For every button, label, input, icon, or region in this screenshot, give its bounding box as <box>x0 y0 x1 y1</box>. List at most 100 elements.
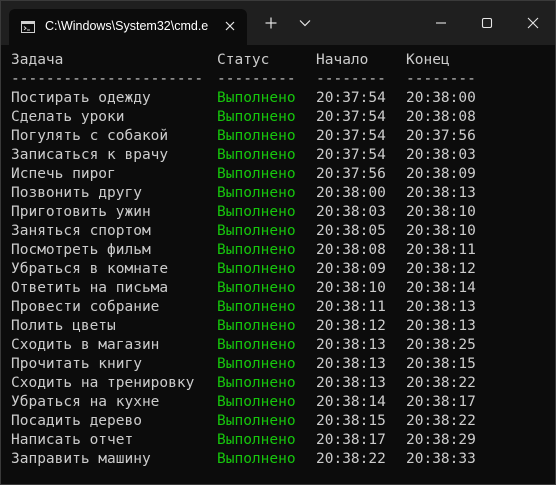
close-icon <box>527 17 539 29</box>
task-cell: Провести собрание <box>11 299 160 315</box>
end-time-cell: 20:38:17 <box>406 394 476 410</box>
end-time-cell: 20:38:15 <box>406 356 476 372</box>
task-cell: Сходить в магазин <box>11 337 160 353</box>
start-time-cell: 20:38:22 <box>316 451 386 467</box>
end-time-cell: 20:38:13 <box>406 185 476 201</box>
end-time-cell: 20:38:12 <box>406 261 476 277</box>
start-time-cell: 20:38:13 <box>316 356 386 372</box>
close-icon[interactable] <box>221 17 239 35</box>
table-row: Прочитать книгу Выполнено 20:38:13 20:38:15 <box>11 355 551 374</box>
task-cell: Прочитать книгу <box>11 356 142 372</box>
status-cell: Выполнено <box>217 223 296 239</box>
maximize-icon <box>481 17 493 29</box>
minimize-button[interactable] <box>427 9 455 37</box>
task-cell: Погулять с собакой <box>11 128 169 144</box>
table-row: Сделать уроки Выполнено 20:37:54 20:38:08 <box>11 108 551 127</box>
task-cell: Написать отчет <box>11 432 134 448</box>
separator: --------- <box>217 71 296 87</box>
tab-title: C:\Windows\System32\cmd.e <box>45 19 209 33</box>
table-row: Провести собрание Выполнено 20:38:11 20:38:… <box>11 298 551 317</box>
end-time-cell: 20:38:03 <box>406 147 476 163</box>
table-row: Полить цветы Выполнено 20:38:12 20:38:13 <box>11 317 551 336</box>
status-cell: Выполнено <box>217 204 296 220</box>
status-cell: Выполнено <box>217 242 296 258</box>
status-cell: Выполнено <box>217 451 296 467</box>
status-cell: Выполнено <box>217 128 296 144</box>
task-cell: Постирать одежду <box>11 90 151 106</box>
task-cell: Убраться в комнате <box>11 261 169 277</box>
start-time-cell: 20:37:54 <box>316 90 386 106</box>
table-row: Постирать одежду Выполнено 20:37:54 20:38:0… <box>11 89 551 108</box>
status-cell: Выполнено <box>217 299 296 315</box>
task-cell: Испечь пирог <box>11 166 116 182</box>
end-time-cell: 20:38:22 <box>406 413 476 429</box>
close-window-button[interactable] <box>519 9 547 37</box>
start-time-cell: 20:38:13 <box>316 337 386 353</box>
end-time-cell: 20:38:09 <box>406 166 476 182</box>
tab-cmd[interactable]: C:\Windows\System32\cmd.e <box>9 9 247 45</box>
minimize-icon <box>436 22 446 24</box>
table-row: Написать отчет Выполнено 20:38:17 20:38:29 <box>11 431 551 450</box>
status-cell: Выполнено <box>217 432 296 448</box>
end-time-cell: 20:38:13 <box>406 299 476 315</box>
end-time-cell: 20:38:14 <box>406 280 476 296</box>
column-header-end: Конец <box>406 52 450 68</box>
task-cell: Позвонить другу <box>11 185 142 201</box>
end-time-cell: 20:38:10 <box>406 223 476 239</box>
table-row: Позвонить другу Выполнено 20:38:00 20:38:13 <box>11 184 551 203</box>
table-row: Убраться в комнате Выполнено 20:38:09 20:38… <box>11 260 551 279</box>
end-time-cell: 20:38:29 <box>406 432 476 448</box>
start-time-cell: 20:37:54 <box>316 128 386 144</box>
status-cell: Выполнено <box>217 109 296 125</box>
column-header-start: Начало <box>316 52 369 68</box>
plus-icon <box>265 17 277 29</box>
start-time-cell: 20:38:05 <box>316 223 386 239</box>
status-cell: Выполнено <box>217 318 296 334</box>
chevron-down-icon <box>299 20 311 27</box>
task-cell: Заправить машину <box>11 451 151 467</box>
task-cell: Сходить на тренировку <box>11 375 195 391</box>
table-row: Посадить дерево Выполнено 20:38:15 20:38:22 <box>11 412 551 431</box>
start-time-cell: 20:38:14 <box>316 394 386 410</box>
task-cell: Посмотреть фильм <box>11 242 151 258</box>
start-time-cell: 20:37:54 <box>316 109 386 125</box>
end-time-cell: 20:38:33 <box>406 451 476 467</box>
status-cell: Выполнено <box>217 166 296 182</box>
task-cell: Заняться спортом <box>11 223 151 239</box>
start-time-cell: 20:38:03 <box>316 204 386 220</box>
terminal-icon <box>21 20 35 33</box>
task-cell: Записаться к врачу <box>11 147 169 163</box>
status-cell: Выполнено <box>217 375 296 391</box>
header-row: Задача Статус Начало Конец <box>11 51 551 70</box>
maximize-button[interactable] <box>473 9 501 37</box>
status-cell: Выполнено <box>217 413 296 429</box>
terminal-output[interactable]: Задача Статус Начало Конец -------------… <box>11 51 551 469</box>
table-row: Заправить машину Выполнено 20:38:22 20:38:3… <box>11 450 551 469</box>
column-header-status: Статус <box>217 52 270 68</box>
separator-row: ---------------------- --------- -------… <box>11 70 551 89</box>
end-time-cell: 20:38:00 <box>406 90 476 106</box>
table-row: Посмотреть фильм Выполнено 20:38:08 20:38:1… <box>11 241 551 260</box>
separator: -------- <box>406 71 476 87</box>
table-row: Приготовить ужин Выполнено 20:38:03 20:38:1… <box>11 203 551 222</box>
status-cell: Выполнено <box>217 90 296 106</box>
start-time-cell: 20:38:08 <box>316 242 386 258</box>
end-time-cell: 20:38:22 <box>406 375 476 391</box>
status-cell: Выполнено <box>217 394 296 410</box>
status-cell: Выполнено <box>217 337 296 353</box>
table-row: Сходить на тренировку Выполнено 20:38:13 20… <box>11 374 551 393</box>
task-cell: Убраться на кухне <box>11 394 160 410</box>
end-time-cell: 20:37:56 <box>406 128 476 144</box>
start-time-cell: 20:38:17 <box>316 432 386 448</box>
terminal-window: C:\Windows\System32\cmd.e Задача Статус … <box>0 0 556 485</box>
status-cell: Выполнено <box>217 261 296 277</box>
task-cell: Ответить на письма <box>11 280 169 296</box>
status-cell: Выполнено <box>217 280 296 296</box>
table-row: Погулять с собакой Выполнено 20:37:54 20:37… <box>11 127 551 146</box>
table-row: Ответить на письма Выполнено 20:38:10 20:38… <box>11 279 551 298</box>
end-time-cell: 20:38:08 <box>406 109 476 125</box>
new-tab-button[interactable] <box>257 9 285 37</box>
tab-dropdown-button[interactable] <box>291 9 319 37</box>
start-time-cell: 20:38:00 <box>316 185 386 201</box>
table-row: Заняться спортом Выполнено 20:38:05 20:38:1… <box>11 222 551 241</box>
